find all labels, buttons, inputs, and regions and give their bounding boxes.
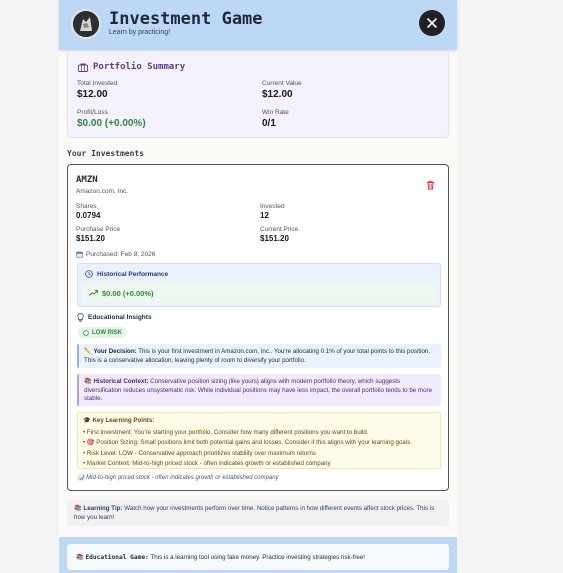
shield-icon bbox=[83, 329, 89, 336]
graduation-cap-icon: 🎓 bbox=[83, 417, 91, 424]
purchased-date: Purchased: Feb 8, 2026 bbox=[76, 251, 155, 258]
shares-label: Shares bbox=[76, 203, 97, 210]
historical-context-box: 📚 Historical Context: Conservative posit… bbox=[77, 374, 441, 406]
shares-value: 0.0794 bbox=[76, 211, 101, 220]
profit-loss-value: $0.00 (+0.00%) bbox=[77, 118, 146, 129]
invested-value: 12 bbox=[260, 211, 269, 220]
total-invested-value: $12.00 bbox=[77, 89, 108, 100]
win-rate-label: Win Rate bbox=[262, 109, 289, 116]
current-value-value: $12.00 bbox=[262, 89, 293, 100]
price-note: 📊 Mid-to-high priced stock - often indic… bbox=[77, 474, 279, 481]
trending-up-icon bbox=[89, 290, 98, 296]
risk-badge: LOW RISK bbox=[78, 327, 127, 338]
price-note-text: Mid-to-high priced stock - often indicat… bbox=[86, 475, 279, 481]
books-icon: 📚 bbox=[74, 505, 82, 512]
current-value-label: Current Value bbox=[262, 80, 302, 87]
historical-performance-title: Historical Performance bbox=[85, 270, 168, 278]
learning-points-header: 🎓 Key Learning Points: bbox=[83, 417, 435, 426]
chart-icon: 📊 bbox=[77, 475, 85, 481]
calendar-icon bbox=[76, 251, 83, 258]
educational-game-notice: 📚 Educational Game: This is a learning t… bbox=[67, 544, 449, 570]
investment-company: Amazon.com, Inc. bbox=[76, 188, 129, 195]
current-price-value: $151.20 bbox=[260, 234, 289, 243]
portfolio-summary-label: Portfolio Summary bbox=[93, 62, 186, 72]
investment-ticker: AMZN bbox=[76, 175, 98, 185]
learning-points-box: 🎓 Key Learning Points: • First investmen… bbox=[77, 412, 441, 469]
purchase-price-value: $151.20 bbox=[76, 234, 105, 243]
educational-insights-title: Educational Insights bbox=[77, 313, 152, 322]
profit-loss-label: Profit/Loss bbox=[77, 109, 108, 116]
current-price-label: Current Price bbox=[260, 226, 299, 233]
learning-point: • Market Context: Mid-to-high priced sto… bbox=[83, 460, 331, 467]
historical-performance-value: $0.00 (+0.00%) bbox=[82, 283, 436, 303]
learning-point: • Risk Level: LOW - Conservative approac… bbox=[83, 449, 316, 457]
purchased-date-text: Purchased: Feb 8, 2026 bbox=[86, 251, 156, 258]
app-header: Investment Game Learn by practicing! bbox=[59, 0, 457, 50]
close-button[interactable] bbox=[419, 10, 445, 36]
clock-icon bbox=[85, 270, 93, 278]
educational-game-text: This is a learning tool using fake money… bbox=[150, 553, 366, 561]
app-logo bbox=[71, 9, 101, 39]
learning-tip: 📚 Learning Tip: Watch how your investmen… bbox=[67, 500, 449, 526]
learning-points-list: • First investment: You're starting your… bbox=[83, 428, 435, 470]
portfolio-summary: Portfolio Summary Total Invested $12.00 … bbox=[67, 52, 449, 138]
decision-title: Your Decision: bbox=[93, 348, 137, 355]
delete-investment-button[interactable] bbox=[426, 177, 435, 195]
context-title: Historical Context: bbox=[93, 378, 149, 385]
educational-game-title: Educational Game: bbox=[85, 553, 149, 561]
historical-performance: Historical Performance $0.00 (+0.00%) bbox=[77, 263, 441, 307]
learning-tip-text: Watch how your investments perform over … bbox=[74, 505, 435, 521]
portfolio-summary-title: Portfolio Summary bbox=[78, 62, 185, 72]
historical-performance-label: Historical Performance bbox=[97, 270, 169, 278]
pencil-icon: ✏️ bbox=[84, 348, 92, 355]
close-icon bbox=[427, 18, 437, 28]
total-invested-label: Total Invested bbox=[77, 80, 118, 87]
learning-point: • First investment: You're starting your… bbox=[83, 428, 369, 436]
learning-point: • 🎯 Position Sizing: Small positions lim… bbox=[83, 439, 413, 446]
books-icon: 📚 bbox=[76, 554, 84, 561]
win-rate-value: 0/1 bbox=[262, 118, 276, 129]
learning-points-title: Key Learning Points: bbox=[92, 417, 155, 424]
educational-insights-label: Educational Insights bbox=[88, 314, 152, 321]
learning-tip-title: Learning Tip: bbox=[83, 505, 123, 512]
books-icon: 📚 bbox=[84, 378, 92, 385]
risk-badge-label: LOW RISK bbox=[92, 329, 122, 336]
lightbulb-icon bbox=[77, 313, 84, 322]
trash-icon bbox=[427, 180, 434, 190]
wallet-icon bbox=[78, 63, 88, 72]
purchase-price-label: Purchase Price bbox=[76, 226, 121, 233]
app-subtitle: Learn by practicing! bbox=[109, 29, 171, 36]
historical-performance-amount: $0.00 (+0.00%) bbox=[102, 288, 154, 298]
invested-label: Invested bbox=[260, 203, 285, 210]
investment-card: AMZN Amazon.com, Inc. Shares 0.0794 Inve… bbox=[67, 164, 449, 491]
decision-box: ✏️ Your Decision: This is your first inv… bbox=[77, 344, 441, 368]
investments-section-title: Your Investments bbox=[67, 149, 145, 158]
footer-bar: 📚 Educational Game: This is a learning t… bbox=[59, 537, 457, 573]
app-title: Investment Game bbox=[109, 9, 263, 29]
